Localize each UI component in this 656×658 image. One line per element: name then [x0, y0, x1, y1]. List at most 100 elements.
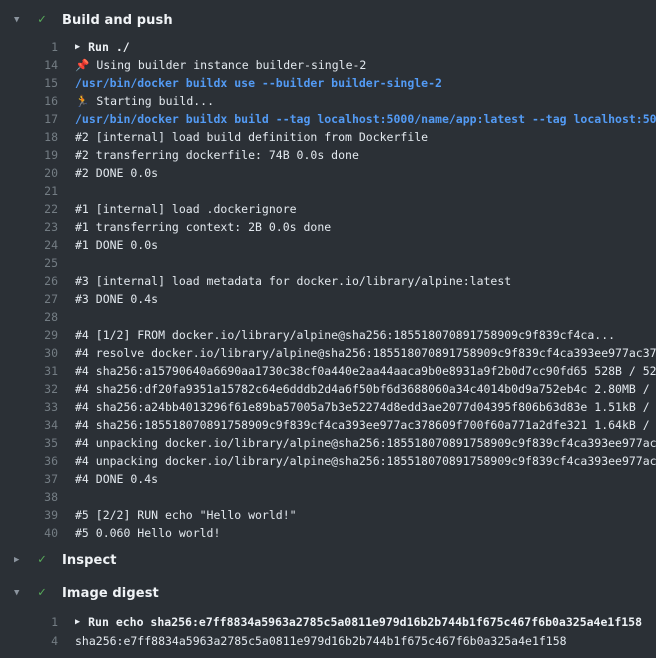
line-number[interactable]: 23	[0, 218, 58, 236]
log-text: Run echo sha256:e7ff8834a5963a2785c5a081…	[88, 613, 642, 632]
log-line-content: #1 transferring context: 2B 0.0s done	[58, 218, 331, 236]
line-number[interactable]: 14	[0, 56, 58, 74]
log-text: /usr/bin/docker buildx use --builder bui…	[75, 74, 442, 92]
line-number[interactable]: 26	[0, 272, 58, 290]
line-number[interactable]: 32	[0, 380, 58, 398]
log-line: 16🏃Starting build...	[0, 92, 656, 110]
line-number[interactable]: 18	[0, 128, 58, 146]
section-header-build-and-push[interactable]: ▼ ✓ Build and push	[0, 8, 656, 32]
log-line-content: #4 resolve docker.io/library/alpine@sha2…	[58, 344, 656, 362]
log-text: #4 sha256:185518070891758909c9f839cf4ca3…	[75, 416, 656, 434]
line-number[interactable]: 28	[0, 308, 58, 326]
log-text: #2 [internal] load build definition from…	[75, 128, 428, 146]
log-line-content: ▶ Run echo sha256:e7ff8834a5963a2785c5a08…	[58, 613, 642, 632]
log-line: 24#1 DONE 0.0s	[0, 236, 656, 254]
log-line: 14📌Using builder instance builder-single…	[0, 56, 656, 74]
line-number[interactable]: 36	[0, 452, 58, 470]
workflow-log-viewer: ▼✓Build and push1▶Run ./14📌Using builder…	[0, 8, 656, 651]
log-line-content: #2 transferring dockerfile: 74B 0.0s don…	[58, 146, 359, 164]
line-number[interactable]: 27	[0, 290, 58, 308]
success-check-icon: ✓	[38, 581, 52, 605]
log-line-content: #2 DONE 0.0s	[58, 164, 158, 182]
log-text: #4 sha256:a24bb4013296f61e89ba57005a7b3e…	[75, 398, 656, 416]
line-number[interactable]: 1	[0, 38, 58, 56]
log-text: #4 DONE 0.4s	[75, 470, 158, 488]
log-line: 37 #4 DONE 0.4s	[0, 470, 656, 488]
expand-run-icon[interactable]: ▶	[75, 38, 80, 56]
line-number[interactable]: 33	[0, 398, 58, 416]
log-line-content: #1 [internal] load .dockerignore	[58, 200, 297, 218]
log-line: 39#5 [2/2] RUN echo "Hello world!"	[0, 506, 656, 524]
success-check-icon: ✓	[38, 8, 52, 32]
log-line-content: #4 sha256:a24bb4013296f61e89ba57005a7b3e…	[58, 398, 656, 416]
log-line-content: sha256:e7ff8834a5963a2785c5a0811e979d16b…	[58, 632, 567, 651]
line-number[interactable]: 22	[0, 200, 58, 218]
section-title-inspect: Inspect	[62, 553, 117, 568]
line-number[interactable]: 40	[0, 524, 58, 542]
log-text: Run ./	[88, 38, 130, 56]
chevron-right-icon[interactable]: ▶	[14, 548, 26, 572]
log-line: 31#4 sha256:a15790640a6690aa1730c38cf0a4…	[0, 362, 656, 380]
line-number[interactable]: 34	[0, 416, 58, 434]
log-line-content	[58, 308, 75, 326]
section-header-inspect[interactable]: ▶ ✓ Inspect	[0, 548, 656, 572]
line-number[interactable]: 16	[0, 92, 58, 110]
log-line-content: #4 sha256:a15790640a6690aa1730c38cf0a440…	[58, 362, 656, 380]
log-line: 1 ▶ Run ./	[0, 38, 656, 56]
log-line: 33 #4 sha256:a24bb4013296f61e89ba57005a7b…	[0, 398, 656, 416]
log-text: #4 unpacking docker.io/library/alpine@sh…	[75, 434, 656, 452]
log-line: 4sha256:e7ff8834a5963a2785c5a0811e979d16…	[0, 632, 656, 651]
log-line: 23#1 transferring context: 2B 0.0s done	[0, 218, 656, 236]
line-number[interactable]: 20	[0, 164, 58, 182]
line-number[interactable]: 38	[0, 488, 58, 506]
log-text: #2 DONE 0.0s	[75, 164, 158, 182]
expand-run-icon[interactable]: ▶	[75, 613, 80, 632]
line-number[interactable]: 4	[0, 632, 58, 651]
log-text: #1 [internal] load .dockerignore	[75, 200, 297, 218]
line-number[interactable]: 39	[0, 506, 58, 524]
line-number[interactable]: 35	[0, 434, 58, 452]
log-line-content: #5 0.060 Hello world!	[58, 524, 220, 542]
runner-icon: 🏃	[75, 92, 89, 110]
log-line-content	[58, 182, 75, 200]
line-number[interactable]: 29	[0, 326, 58, 344]
line-number[interactable]: 21	[0, 182, 58, 200]
log-line-content: #3 DONE 0.4s	[58, 290, 158, 308]
line-number[interactable]: 24	[0, 236, 58, 254]
log-line-content	[58, 254, 75, 272]
line-number[interactable]: 25	[0, 254, 58, 272]
log-line-content: 🏃Starting build...	[58, 92, 214, 110]
log-line: 36#4 unpacking docker.io/library/alpine@…	[0, 452, 656, 470]
log-line: 17/usr/bin/docker buildx build --tag loc…	[0, 110, 656, 128]
line-number[interactable]: 17	[0, 110, 58, 128]
success-check-icon: ✓	[38, 548, 52, 572]
log-line: 25	[0, 254, 656, 272]
log-line-content: 📌Using builder instance builder-single-2	[58, 56, 366, 74]
log-line: 30#4 resolve docker.io/library/alpine@sh…	[0, 344, 656, 362]
log-line-content: #4 sha256:185518070891758909c9f839cf4ca3…	[58, 416, 656, 434]
log-line-content: /usr/bin/docker buildx build --tag local…	[58, 110, 656, 128]
log-line-content: #4 sha256:df20fa9351a15782c64e6dddb2d4a6…	[58, 380, 656, 398]
log-line: 34 #4 sha256:185518070891758909c9f839cf4c…	[0, 416, 656, 434]
chevron-down-icon[interactable]: ▼	[14, 8, 26, 32]
top-padding	[0, 0, 656, 8]
log-line: 21	[0, 182, 656, 200]
line-number[interactable]: 30	[0, 344, 58, 362]
log-line-content: #1 DONE 0.0s	[58, 236, 158, 254]
section-header-image-digest[interactable]: ▼ ✓ Image digest	[0, 581, 656, 605]
log-line: 28	[0, 308, 656, 326]
log-text: Using builder instance builder-single-2	[96, 56, 366, 74]
log-line: 22 #1 [internal] load .dockerignore	[0, 200, 656, 218]
log-line-content: /usr/bin/docker buildx use --builder bui…	[58, 74, 442, 92]
line-number[interactable]: 1	[0, 613, 58, 632]
log-line-content: #4 unpacking docker.io/library/alpine@sh…	[58, 452, 656, 470]
chevron-down-icon[interactable]: ▼	[14, 581, 26, 605]
section-title-image-digest: Image digest	[62, 586, 159, 601]
section-title-build-and-push: Build and push	[62, 13, 173, 28]
line-number[interactable]: 31	[0, 362, 58, 380]
line-number[interactable]: 37	[0, 470, 58, 488]
log-text: #3 DONE 0.4s	[75, 290, 158, 308]
line-number[interactable]: 15	[0, 74, 58, 92]
log-line-content: #4 [1/2] FROM docker.io/library/alpine@s…	[58, 326, 615, 344]
line-number[interactable]: 19	[0, 146, 58, 164]
